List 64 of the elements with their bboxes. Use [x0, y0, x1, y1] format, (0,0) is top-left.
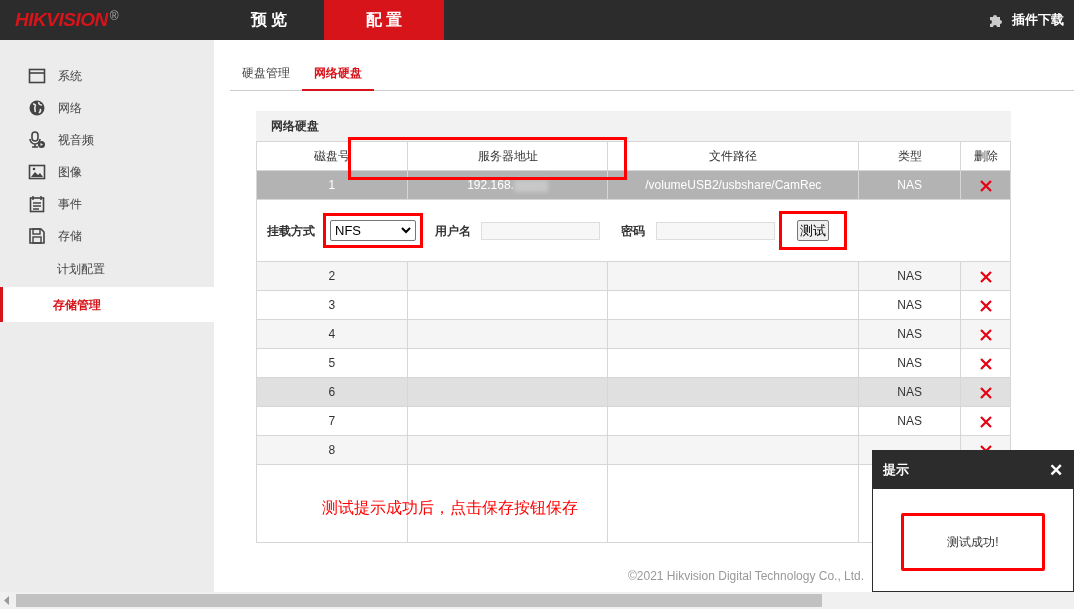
type-cell: NAS	[858, 348, 961, 378]
globe-icon	[28, 99, 46, 117]
delete-icon[interactable]	[979, 270, 992, 283]
disk-number-cell: 8	[256, 435, 408, 465]
panel-title: 网络硬盘	[271, 118, 319, 135]
disk-number-cell: 7	[256, 406, 408, 436]
delete-icon[interactable]	[979, 299, 992, 312]
chevron-down-icon	[401, 227, 411, 234]
nav-tab[interactable]: 预 览	[214, 0, 324, 40]
calendar-icon	[28, 195, 46, 213]
type-cell: NAS	[858, 290, 961, 320]
column-header: 删除	[960, 141, 1011, 171]
delete-icon[interactable]	[979, 328, 992, 341]
sidebar-subitem[interactable]: 存储管理	[0, 287, 214, 322]
plugin-download-link[interactable]: 插件下载	[1012, 10, 1064, 30]
sidebar-item[interactable]: 图像	[0, 156, 214, 188]
scrollbar-thumb[interactable]	[16, 594, 822, 607]
disk-number-cell: 1	[256, 170, 408, 200]
column-header: 类型	[858, 141, 961, 171]
column-header: 文件路径	[607, 141, 859, 171]
type-cell: NAS	[858, 406, 961, 436]
disk-number-cell: 2	[256, 261, 408, 291]
sidebar-item[interactable]: 网络	[0, 92, 214, 124]
delete-icon[interactable]	[979, 179, 992, 192]
sub-tab[interactable]: 网络硬盘	[302, 57, 374, 91]
close-button[interactable]: ✕	[1049, 461, 1063, 479]
password-label: 密码	[621, 222, 645, 240]
delete-icon[interactable]	[979, 415, 992, 428]
microphone-icon	[28, 131, 46, 149]
logo: HIKVISION	[15, 7, 108, 32]
sidebar-item[interactable]: 视音频	[0, 124, 214, 156]
type-cell: NAS	[858, 261, 961, 291]
sidebar-subitem[interactable]: 计划配置	[0, 252, 214, 286]
type-cell: NAS	[858, 319, 961, 349]
registered-mark: ®	[109, 8, 119, 25]
disk-number-cell: 6	[256, 377, 408, 407]
username-field[interactable]	[481, 221, 600, 240]
copyright-text: ©2021 Hikvision Digital Technology Co., Ltd.	[628, 568, 865, 585]
dialog-message: 测试成功!	[947, 534, 999, 551]
disk-number-cell: 3	[256, 290, 408, 320]
sidebar-item[interactable]: 存储	[0, 220, 214, 252]
sidebar-item[interactable]: 系统	[0, 60, 214, 92]
test-button[interactable]: 测试	[797, 219, 829, 242]
disk-number-cell: 4	[256, 319, 408, 349]
delete-icon[interactable]	[979, 357, 992, 370]
path-cell: /volumeUSB2/usbshare/CamRec	[607, 170, 859, 200]
column-header: 服务器地址	[407, 141, 608, 171]
type-cell: NAS	[858, 377, 961, 407]
mount-select[interactable]: NFS	[330, 220, 416, 241]
dialog-title: 提示	[883, 461, 909, 480]
image-icon	[28, 163, 46, 181]
username-label: 用户名	[435, 222, 471, 240]
type-cell: NAS	[858, 170, 961, 200]
puzzle-icon[interactable]	[988, 12, 1004, 28]
address-cell: 192.168.	[407, 170, 608, 200]
annotation-text: 测试提示成功后，点击保存按钮保存	[322, 498, 578, 518]
nav-tab[interactable]: 配 置	[324, 0, 444, 40]
mount-label: 挂载方式	[267, 222, 315, 240]
delete-icon[interactable]	[979, 386, 992, 399]
sub-tab[interactable]: 硬盘管理	[230, 57, 302, 91]
password-field[interactable]	[656, 221, 775, 240]
sidebar-item[interactable]: 事件	[0, 188, 214, 220]
disk-number-cell: 5	[256, 348, 408, 378]
window-icon	[28, 67, 46, 85]
